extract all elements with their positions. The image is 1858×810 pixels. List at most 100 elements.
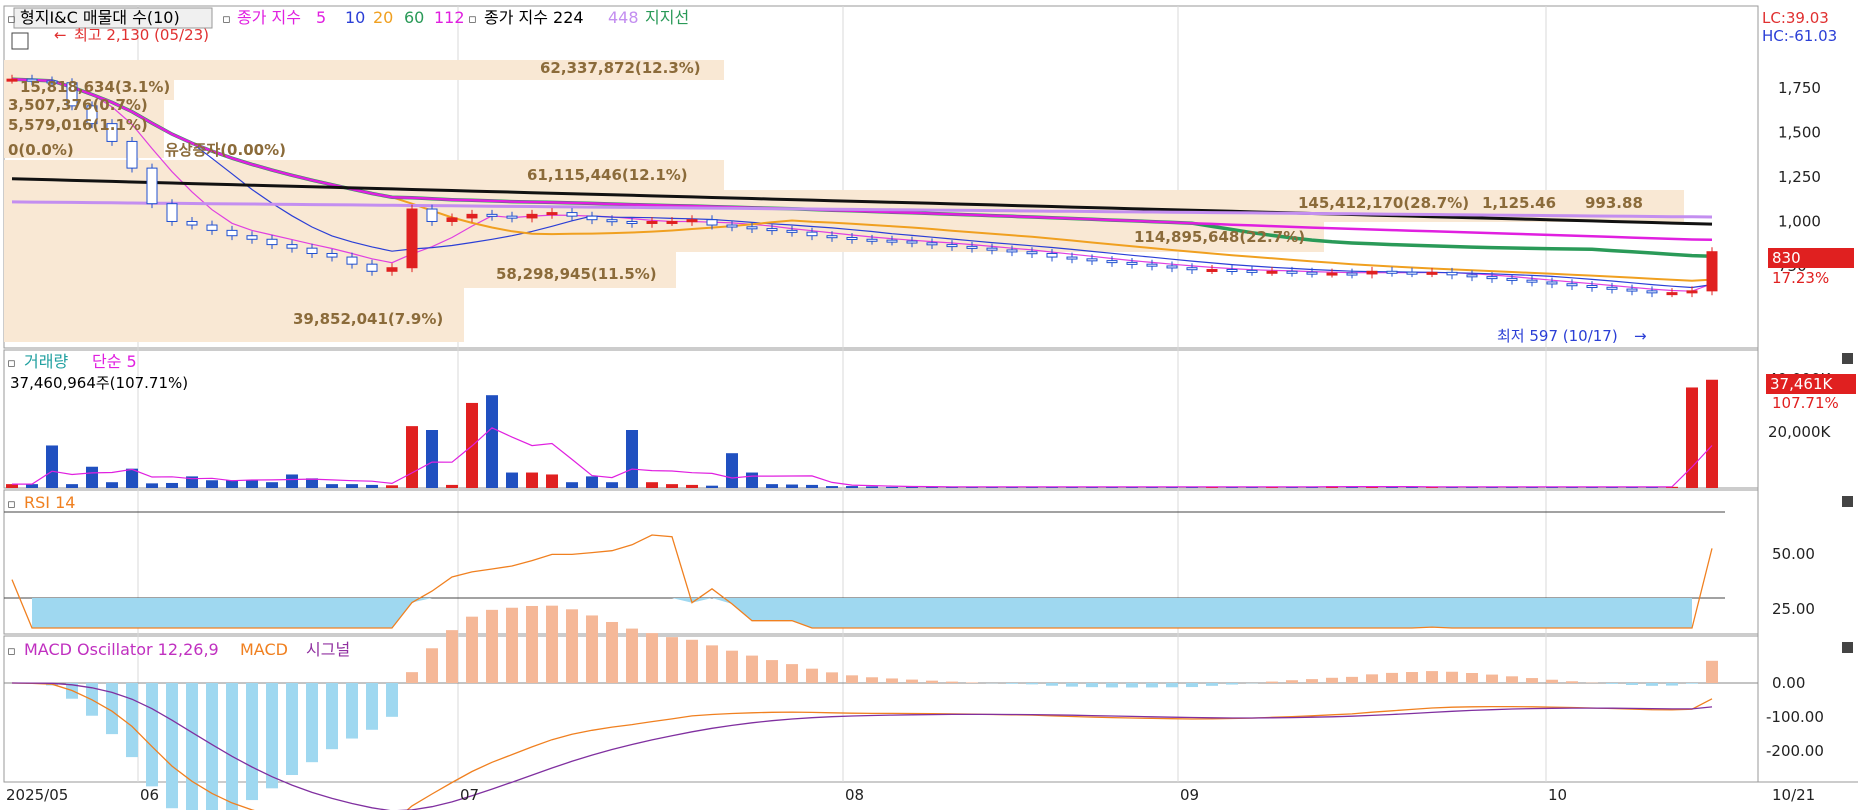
candle-body: [1186, 267, 1198, 271]
macd-hist-bar: [1106, 683, 1118, 688]
volume-bar: [406, 426, 418, 488]
macd-hist-bar: [1406, 672, 1418, 683]
candle-body: [226, 229, 238, 237]
macd-hist-bar: [1006, 683, 1018, 684]
stock-chart[interactable]: ▫ 형지I&C 매물대 수(10) ▫ 종가 지수 5 10 20 60 112…: [0, 0, 1858, 810]
macd-hist-bar: [166, 683, 178, 809]
candle-body: [606, 219, 618, 223]
macd-hist-bar: [886, 678, 898, 683]
macd-hist-bar: [846, 675, 858, 683]
toggle-glyph[interactable]: ▫: [7, 497, 16, 512]
candle-body: [386, 267, 398, 272]
candle-body: [1486, 276, 1498, 280]
volume-bar: [546, 474, 558, 488]
macd-hist-bar: [406, 672, 418, 683]
candle-body: [586, 215, 598, 221]
toggle-glyph[interactable]: ▫: [7, 644, 16, 659]
macd-hist-bar: [1506, 676, 1518, 683]
toggle-glyph[interactable]: ▫: [7, 356, 16, 371]
macd-hist-bar: [486, 609, 498, 683]
macd-hist-bar: [1266, 681, 1278, 683]
volume-bar: [506, 472, 518, 488]
rsi-oversold-fill: [32, 598, 1692, 628]
macd-hist-bar: [1166, 683, 1178, 688]
macd-hist-bar: [306, 683, 318, 763]
macd-hist-bar: [926, 680, 938, 683]
candle-body: [406, 208, 418, 269]
volume-bar: [66, 484, 78, 488]
volume-bar: [666, 484, 678, 488]
toggle-glyph[interactable]: ▫: [222, 12, 231, 27]
current-change: 17.23%: [1772, 269, 1829, 287]
candle-body: [1466, 274, 1478, 278]
candle-body: [1046, 252, 1058, 258]
close-icon[interactable]: [1842, 642, 1853, 653]
supply-label: 39,852,041(7.9%): [293, 310, 443, 328]
low-arrow: →: [1634, 327, 1647, 345]
candle-body: [786, 229, 798, 233]
candle-body: [1426, 271, 1438, 275]
macd-hist-bar: [546, 605, 558, 683]
candle-body: [906, 240, 918, 244]
candle-body: [1506, 277, 1518, 281]
candle-body: [166, 203, 178, 222]
volume-bar: [146, 483, 158, 488]
volume-bar: [206, 480, 218, 488]
volume-bar: [6, 484, 18, 488]
candle-body: [926, 242, 938, 246]
macd-hist-bar: [1286, 680, 1298, 683]
volume-current: 37,460,964주(107.71%): [10, 374, 188, 392]
candle-body: [206, 224, 218, 231]
macd-hist-bar: [266, 683, 278, 789]
macd-hist-bar: [246, 683, 258, 801]
macd-hist-bar: [646, 633, 658, 683]
high-arrow: ←: [54, 26, 67, 44]
candle-body: [1586, 285, 1598, 289]
candle-body: [866, 238, 878, 242]
candle-body: [1126, 261, 1138, 265]
candle-body: [1166, 265, 1178, 269]
calculator-icon[interactable]: [11, 32, 29, 50]
candle-body: [246, 235, 258, 240]
support-label: 지지선: [645, 8, 689, 27]
ma-period-60: 60: [404, 8, 424, 27]
candle-body: [626, 220, 638, 224]
volume-bar: [86, 466, 98, 488]
macd-hist-bar: [1146, 683, 1158, 688]
macd-hist-bar: [466, 616, 478, 683]
toggle-glyph[interactable]: ▫: [468, 12, 477, 27]
volume-bar: [766, 484, 778, 488]
volume-bar: [1686, 387, 1698, 488]
candle-body: [1326, 272, 1338, 276]
candle-body: [286, 244, 298, 249]
lc-hc: LC:39.03 HC:-61.03: [1762, 9, 1837, 45]
volume-bar: [346, 484, 358, 488]
macd-hist-bar: [1706, 660, 1718, 683]
candle-body: [706, 219, 718, 226]
macd-hist-bar: [1306, 679, 1318, 683]
macd-hist-bar: [1326, 677, 1338, 683]
x-label: 09: [1180, 786, 1199, 804]
macd-hist-bar: [866, 677, 878, 683]
volume-bar: [726, 453, 738, 488]
ma-period-20: 20: [373, 8, 393, 27]
supply-label: 0(0.0%): [8, 141, 74, 159]
ma-period-10: 10: [345, 8, 365, 27]
close-icon[interactable]: [1842, 353, 1853, 364]
volume-bar: [166, 482, 178, 488]
candle-body: [546, 212, 558, 216]
close-icon[interactable]: [1842, 496, 1853, 507]
volume-bar: [706, 485, 718, 488]
candle-body: [126, 140, 138, 169]
macd-tick: 0.00: [1772, 674, 1805, 692]
volume-bar: [786, 484, 798, 488]
macd-hist-bar: [1486, 674, 1498, 683]
macd-hist-bar: [966, 682, 978, 683]
macd-hist-bar: [446, 630, 458, 683]
volume-bar: [526, 472, 538, 488]
toggle-glyph[interactable]: ▫: [7, 12, 16, 27]
candle-body: [946, 244, 958, 248]
candle-body: [486, 213, 498, 217]
volume-bar: [366, 484, 378, 488]
macd-hist-bar: [806, 668, 818, 683]
